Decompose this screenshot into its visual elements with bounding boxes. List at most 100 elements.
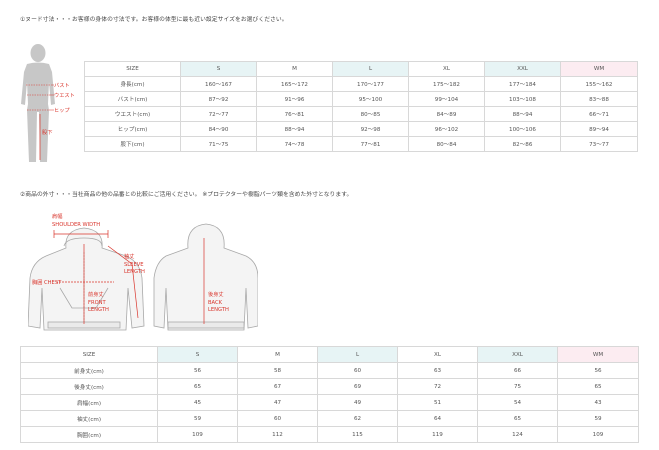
table-cell: 92〜98: [332, 121, 409, 137]
table-row: 前身丈(cm) 56 58 60 63 66 56: [20, 362, 639, 379]
table-cell: 170〜177: [332, 76, 409, 92]
front-length-label-en-2: LENGTH: [88, 307, 109, 313]
table-cell: 77〜81: [332, 136, 409, 152]
row-label: 前身丈(cm): [20, 362, 158, 379]
col-header-size: SIZE: [84, 61, 181, 77]
table-cell: 51: [397, 394, 478, 411]
table-cell: 43: [557, 394, 639, 411]
table-cell: 72〜77: [180, 106, 257, 122]
table-cell: 165〜172: [256, 76, 333, 92]
table-cell: 109: [557, 426, 639, 443]
row-label: 後身丈(cm): [20, 378, 158, 395]
garment-measurement-figure: 肩幅 SHOULDER WIDTH 袖丈 SLEEVE LENGTH 胸囲 CH…: [28, 212, 258, 331]
shoulder-width-label-en: SHOULDER WIDTH: [52, 222, 100, 228]
table-cell: 76〜81: [256, 106, 333, 122]
row-label: 股下(cm): [84, 136, 181, 152]
col-header-xxl: XXL: [477, 346, 558, 363]
table-row: ヒップ(cm) 84〜90 88〜94 92〜98 96〜102 100〜106…: [84, 121, 638, 137]
shoulder-width-label-jp: 肩幅: [52, 212, 62, 220]
table-row: バスト(cm) 87〜92 91〜96 95〜100 99〜104 103〜10…: [84, 91, 638, 107]
table-row: 肩幅(cm) 45 47 49 51 54 43: [20, 394, 639, 411]
row-label: 身長(cm): [84, 76, 181, 92]
table-cell: 59: [557, 410, 639, 427]
table-header-row: SIZE S M L XL XXL WM: [20, 346, 639, 363]
table-cell: 124: [477, 426, 558, 443]
section1-heading: ①ヌード寸法・・・お客様の身体の寸法です。お客様の体型に最も近い設定サイズをお選…: [20, 17, 288, 23]
table-cell: 80〜85: [332, 106, 409, 122]
hoodie-back-illustration: [153, 223, 258, 331]
table-cell: 73〜77: [560, 136, 638, 152]
back-length-label-jp: 後身丈: [208, 290, 224, 298]
table-cell: 109: [157, 426, 238, 443]
col-header-l: L: [332, 61, 409, 77]
table-cell: 119: [397, 426, 478, 443]
table-cell: 65: [557, 378, 639, 395]
table-cell: 72: [397, 378, 478, 395]
table-cell: 56: [557, 362, 639, 379]
table-cell: 100〜106: [484, 121, 561, 137]
col-header-size: SIZE: [20, 346, 158, 363]
table-cell: 112: [237, 426, 318, 443]
table-cell: 63: [397, 362, 478, 379]
table-header-row: SIZE S M L XL XXL WM: [84, 61, 638, 77]
table-cell: 45: [157, 394, 238, 411]
row-label: 袖丈(cm): [20, 410, 158, 427]
table-cell: 177〜184: [484, 76, 561, 92]
table-row: 身長(cm) 160〜167 165〜172 170〜177 175〜182 1…: [84, 76, 638, 92]
table-row: 後身丈(cm) 65 67 69 72 75 65: [20, 378, 639, 395]
section2-heading: ②商品の外寸・・・当社商品の他の品番との比較にご活用ください。 ※プロテクターや…: [20, 192, 353, 198]
row-label: 肩幅(cm): [20, 394, 158, 411]
col-header-xxl: XXL: [484, 61, 561, 77]
table-cell: 91〜96: [256, 91, 333, 107]
table-cell: 60: [237, 410, 318, 427]
table-cell: 87〜92: [180, 91, 257, 107]
col-header-m: M: [237, 346, 318, 363]
col-header-xl: XL: [408, 61, 485, 77]
chest-label: 胸囲 CHEST: [32, 278, 62, 286]
table-cell: 103〜108: [484, 91, 561, 107]
garment-size-table: SIZE S M L XL XXL WM 前身丈(cm) 56 58 60 63…: [20, 346, 639, 443]
table-cell: 160〜167: [180, 76, 257, 92]
table-cell: 64: [397, 410, 478, 427]
table-cell: 66〜71: [560, 106, 638, 122]
table-cell: 96〜102: [408, 121, 485, 137]
table-cell: 74〜78: [256, 136, 333, 152]
col-header-s: S: [157, 346, 238, 363]
table-cell: 56: [157, 362, 238, 379]
table-cell: 88〜94: [484, 106, 561, 122]
sleeve-length-label-en-2: LENGTH: [124, 269, 145, 275]
table-cell: 84〜89: [408, 106, 485, 122]
inseam-label: 股下: [42, 129, 52, 136]
table-cell: 80〜84: [408, 136, 485, 152]
col-header-l: L: [317, 346, 398, 363]
sleeve-length-label-jp: 袖丈: [124, 252, 134, 260]
col-header-s: S: [180, 61, 257, 77]
table-cell: 60: [317, 362, 398, 379]
table-cell: 89〜94: [560, 121, 638, 137]
back-length-label-en-2: LENGTH: [208, 307, 229, 313]
table-cell: 54: [477, 394, 558, 411]
table-cell: 155〜162: [560, 76, 638, 92]
table-cell: 66: [477, 362, 558, 379]
bust-label: バスト: [54, 82, 70, 89]
col-header-xl: XL: [397, 346, 478, 363]
front-length-label-en-1: FRONT: [88, 300, 107, 306]
front-length-label-jp: 前身丈: [88, 290, 104, 298]
table-cell: 75: [477, 378, 558, 395]
table-cell: 175〜182: [408, 76, 485, 92]
table-cell: 58: [237, 362, 318, 379]
table-cell: 95〜100: [332, 91, 409, 107]
table-row: 胸囲(cm) 109 112 115 119 124 109: [20, 426, 639, 443]
table-cell: 65: [157, 378, 238, 395]
table-cell: 69: [317, 378, 398, 395]
table-cell: 82〜86: [484, 136, 561, 152]
waist-label: ウエスト: [54, 91, 75, 99]
table-cell: 71〜75: [180, 136, 257, 152]
sleeve-length-label-en-1: SLEEVE: [124, 262, 144, 268]
hip-label: ヒップ: [54, 107, 70, 114]
back-length-label-en-1: BACK: [208, 300, 223, 306]
table-cell: 65: [477, 410, 558, 427]
row-label: ウエスト(cm): [84, 106, 181, 122]
body-measurement-figure: バスト ウエスト ヒップ 股下: [21, 44, 75, 162]
table-cell: 99〜104: [408, 91, 485, 107]
